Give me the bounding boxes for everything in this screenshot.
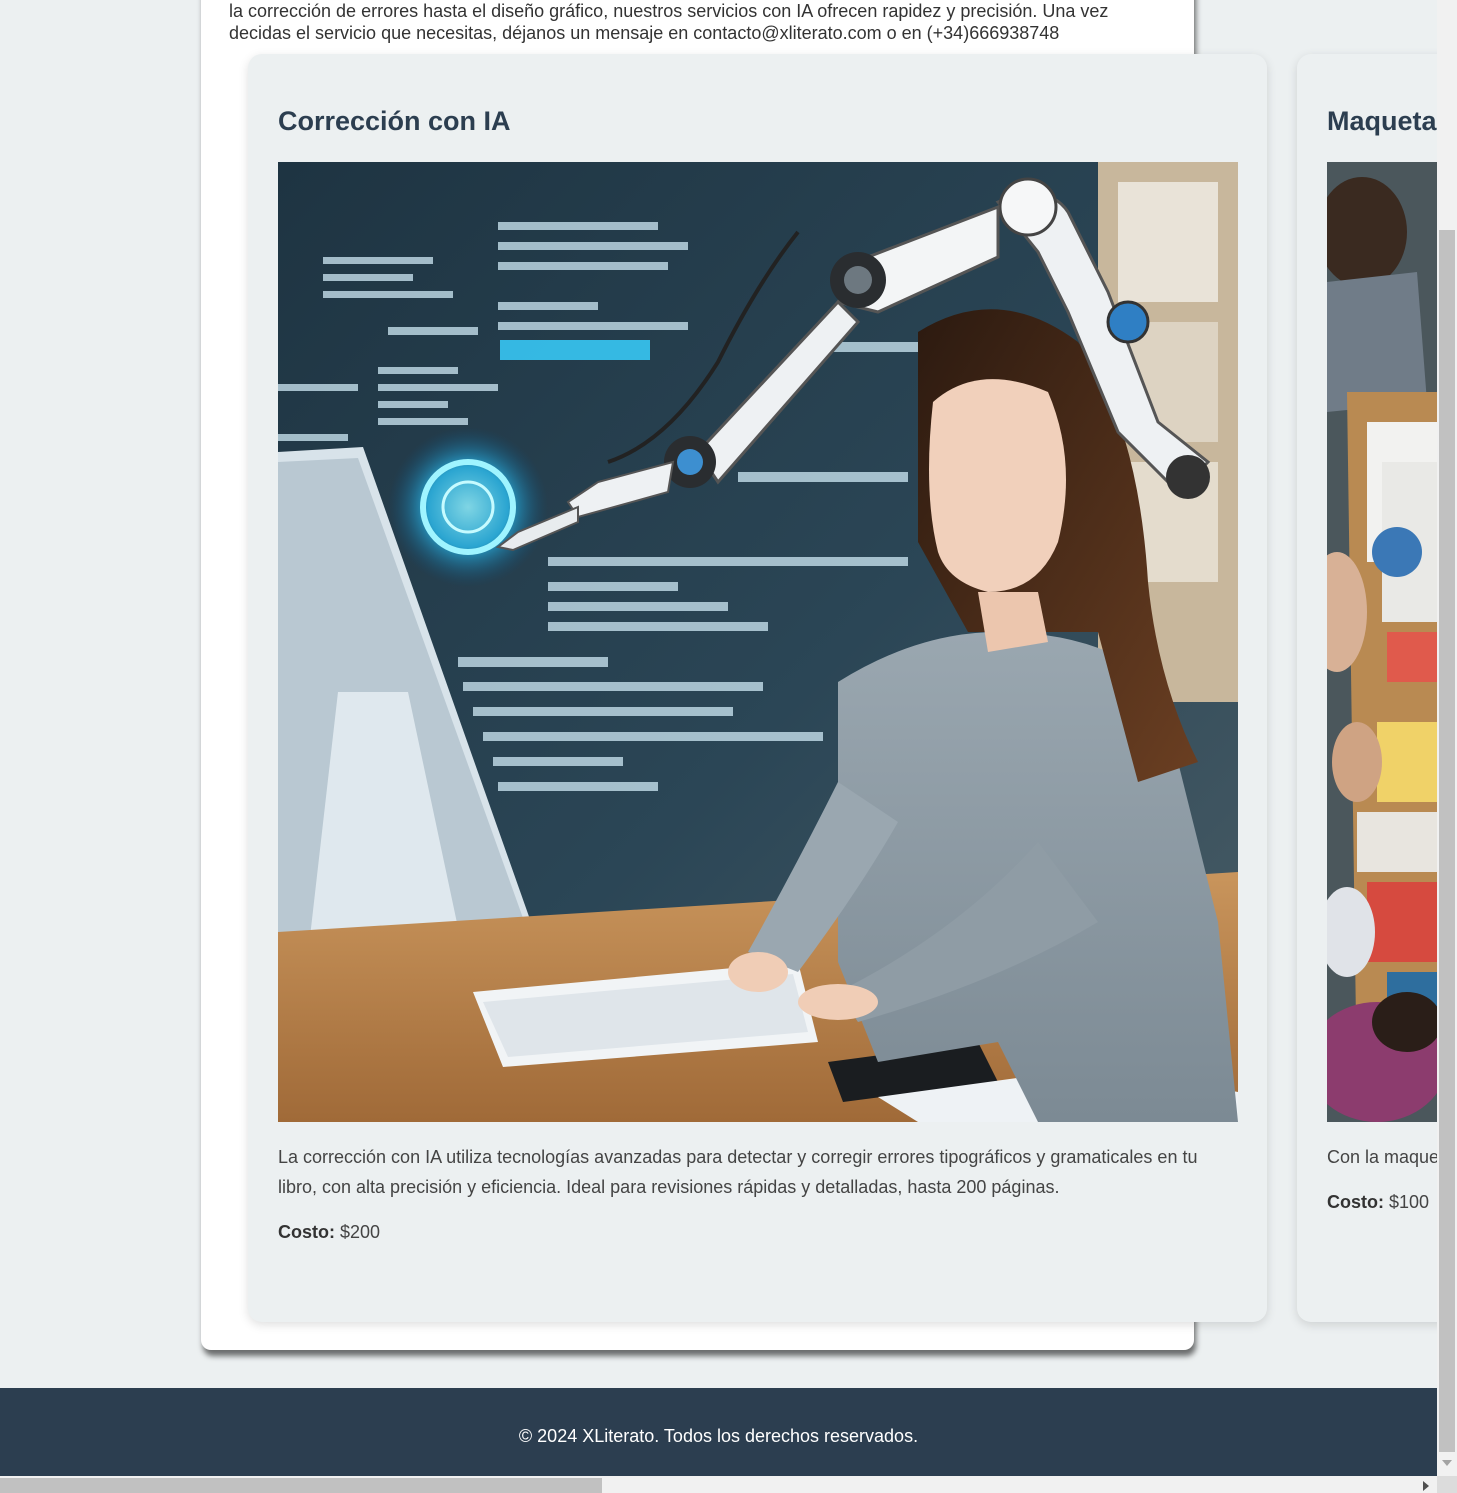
service-image-layout [1327, 162, 1437, 1122]
price-label: Costo: [278, 1222, 335, 1242]
horizontal-scrollbar-thumb[interactable] [0, 1478, 602, 1493]
intro-paragraph: la corrección de errores hasta el diseño… [229, 1, 1109, 43]
scroll-right-arrow-icon[interactable] [1423, 1481, 1429, 1491]
scroll-down-arrow-icon[interactable] [1442, 1460, 1452, 1466]
footer-copyright: © 2024 XLiterato. Todos los derechos res… [518, 1426, 919, 1446]
service-card-layout: Maqueta Con la maque tipo [1297, 54, 1437, 1322]
page-viewport: la corrección de errores hasta el diseño… [0, 0, 1437, 1476]
site-footer: © 2024 XLiterato. Todos los derechos res… [0, 1388, 1437, 1476]
price-label: Costo: [1327, 1192, 1384, 1212]
service-price: Costo: $100 [1327, 1190, 1437, 1214]
scrollbar-corner [1437, 1476, 1457, 1493]
service-title: Maqueta [1327, 106, 1437, 136]
price-value: $100 [1384, 1192, 1430, 1212]
service-description: La corrección con IA utiliza tecnologías… [278, 1147, 1198, 1197]
service-card-ai-correction: Corrección con IA La corrección con IA u… [248, 54, 1267, 1322]
service-price: Costo: $200 [278, 1220, 1237, 1244]
service-description: Con la maque tipografía ade publicacione… [1327, 1147, 1437, 1167]
price-value: $200 [335, 1222, 381, 1242]
service-image-ai-correction [278, 162, 1238, 1122]
horizontal-scrollbar[interactable] [0, 1476, 1437, 1493]
vertical-scrollbar-thumb[interactable] [1439, 230, 1455, 1452]
vertical-scrollbar[interactable] [1437, 0, 1457, 1476]
service-title: Corrección con IA [278, 106, 511, 136]
